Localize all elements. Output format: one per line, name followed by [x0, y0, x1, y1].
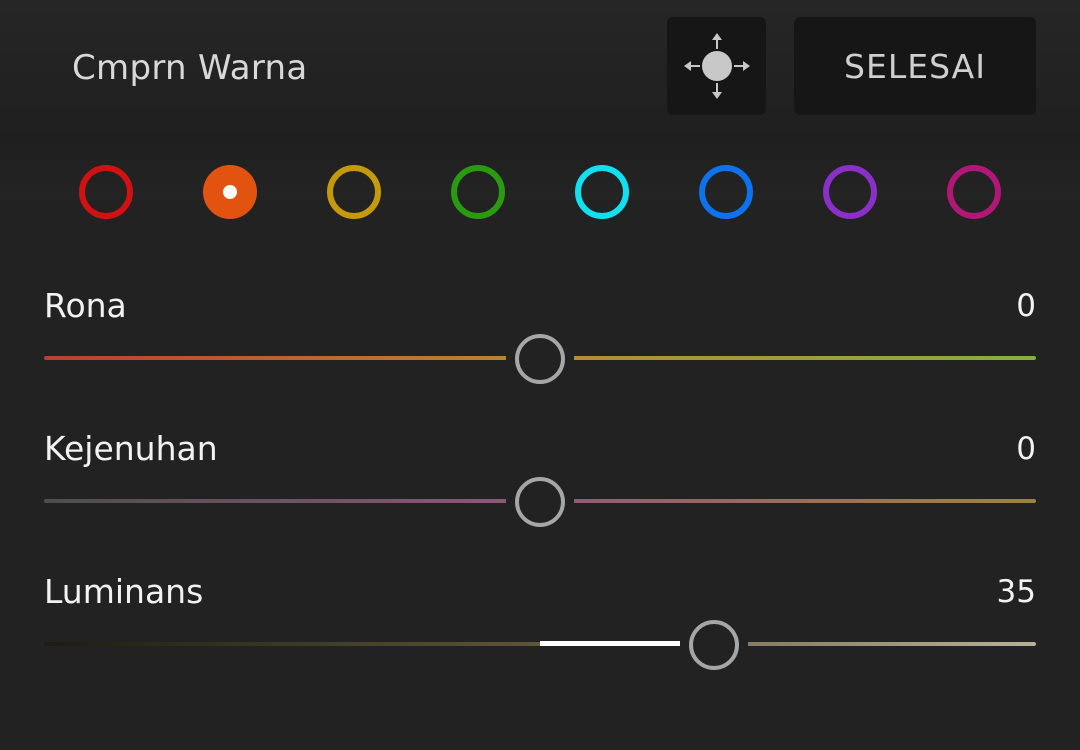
swatch-aqua[interactable]	[575, 165, 629, 219]
slider-value: 35	[996, 574, 1036, 610]
color-swatch-row	[0, 165, 1080, 219]
slider-value: 0	[1016, 431, 1036, 467]
swatch-red[interactable]	[79, 165, 133, 219]
slider-label: Kejenuhan	[44, 429, 218, 468]
slider-kejenuhan: Kejenuhan 0	[44, 429, 1036, 539]
slider-thumb[interactable]	[515, 477, 565, 527]
slider-thumb[interactable]	[689, 620, 739, 670]
swatch-orange[interactable]	[203, 165, 257, 219]
slider-luminans: Luminans 35	[44, 572, 1036, 682]
slider-rona: Rona 0	[44, 286, 1036, 396]
slider-label: Rona	[44, 286, 127, 325]
slider-value: 0	[1016, 288, 1036, 324]
swatch-green[interactable]	[451, 165, 505, 219]
targeted-adjust-icon	[683, 33, 750, 99]
selected-indicator-icon	[223, 185, 237, 199]
slider-thumb[interactable]	[515, 334, 565, 384]
swatch-yellow[interactable]	[327, 165, 381, 219]
swatch-purple[interactable]	[823, 165, 877, 219]
color-mix-panel: Cmprn Warna SELESAI Rona 0 Kejenuhan 0 Lumin…	[0, 0, 1080, 750]
swatch-blue[interactable]	[699, 165, 753, 219]
swatch-magenta[interactable]	[947, 165, 1001, 219]
panel-title: Cmprn Warna	[72, 48, 308, 88]
done-button[interactable]: SELESAI	[794, 17, 1036, 115]
targeted-adjust-button[interactable]	[667, 17, 766, 115]
slider-fill	[540, 641, 680, 646]
slider-label: Luminans	[44, 572, 204, 611]
